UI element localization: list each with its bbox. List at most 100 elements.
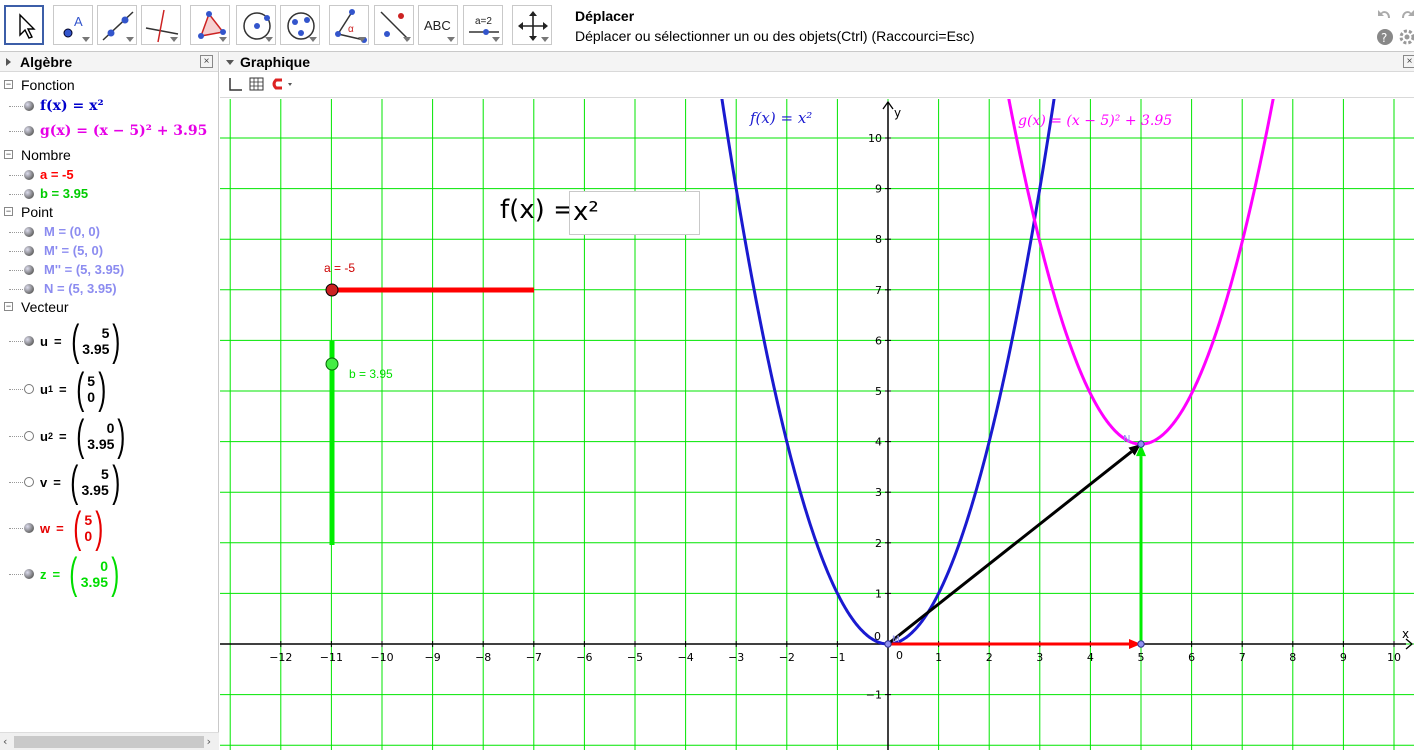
conic-tool-button[interactable] xyxy=(280,5,320,45)
collapse-toggle-icon[interactable]: − xyxy=(4,150,13,159)
visibility-toggle-icon[interactable] xyxy=(24,227,34,237)
category-point[interactable]: − Point xyxy=(0,204,219,220)
vector-u[interactable] xyxy=(887,450,1133,646)
algebra-horizontal-scrollbar[interactable]: ‹ › xyxy=(0,732,219,750)
scrollbar-thumb[interactable] xyxy=(14,736,204,748)
column-vector: (0 3.95) xyxy=(75,411,126,460)
column-vector: (0 3.95) xyxy=(69,549,120,598)
visibility-toggle-icon[interactable] xyxy=(24,523,34,533)
undo-icon[interactable] xyxy=(1376,4,1394,26)
x-tick-label: −5 xyxy=(627,651,643,664)
visibility-toggle-icon[interactable] xyxy=(24,101,34,111)
x-tick-label: 10 xyxy=(1387,651,1401,664)
category-nombre[interactable]: − Nombre xyxy=(0,147,219,163)
point-N-label: N = (5, 3.95) xyxy=(44,281,117,296)
vector-component-y: 3.95 xyxy=(80,574,108,590)
visibility-toggle-icon[interactable] xyxy=(24,170,34,180)
collapse-toggle-icon[interactable]: − xyxy=(4,302,13,311)
algebra-item-vector[interactable]: w = (5 0) xyxy=(0,506,219,550)
point-M-label: M xyxy=(892,635,900,645)
vector-component-x: 0 xyxy=(106,420,115,436)
function-input-box[interactable]: x² xyxy=(569,191,700,235)
visibility-toggle-icon[interactable] xyxy=(24,126,34,136)
redo-icon[interactable] xyxy=(1398,4,1414,26)
collapse-arrow-icon[interactable] xyxy=(226,60,234,65)
visibility-toggle-icon[interactable] xyxy=(24,569,34,579)
vector-name: u xyxy=(40,381,48,397)
visibility-toggle-icon[interactable] xyxy=(24,431,34,441)
category-vecteur[interactable]: − Vecteur xyxy=(0,299,219,315)
x-tick-label: −4 xyxy=(677,651,693,664)
algebra-item-M1[interactable]: M' = (5, 0) xyxy=(0,243,219,258)
algebra-item-vector[interactable]: u = (5 3.95) xyxy=(0,319,219,363)
vector-component-x: 5 xyxy=(87,373,96,389)
scroll-right-icon[interactable]: › xyxy=(207,735,211,748)
show-grid-icon[interactable] xyxy=(249,77,264,91)
point-M2-label: M'' = (5, 3.95) xyxy=(44,262,125,277)
text-tool-button[interactable]: ABC xyxy=(418,5,458,45)
category-label: Nombre xyxy=(21,147,71,163)
visibility-toggle-icon[interactable] xyxy=(24,477,34,487)
slider-b-handle[interactable] xyxy=(325,357,339,371)
vector-name: u xyxy=(40,428,48,444)
slider-a-handle[interactable] xyxy=(325,283,339,297)
vector-component-y: 3.95 xyxy=(81,482,109,498)
show-axes-icon[interactable] xyxy=(229,78,242,91)
point-M1[interactable] xyxy=(1137,640,1145,648)
perpendicular-tool-button[interactable] xyxy=(141,5,181,45)
algebra-item-N[interactable]: N = (5, 3.95) xyxy=(0,281,219,296)
algebra-item-vector[interactable]: u2 = (0 3.95) xyxy=(0,414,219,458)
reflect-tool-button[interactable] xyxy=(374,5,414,45)
y-tick-label: −1 xyxy=(866,689,882,702)
algebra-item-M[interactable]: M = (0, 0) xyxy=(0,224,219,239)
move-tool-button[interactable] xyxy=(4,5,44,45)
visibility-toggle-icon[interactable] xyxy=(24,384,34,394)
equals-sign: = xyxy=(58,428,67,444)
visibility-toggle-icon[interactable] xyxy=(24,284,34,294)
point-capturing-magnet-icon[interactable] xyxy=(272,78,292,90)
settings-gear-icon[interactable] xyxy=(1398,28,1414,50)
close-algebra-view-icon[interactable]: × xyxy=(200,55,213,68)
close-graphics-view-icon[interactable]: × xyxy=(1403,55,1414,68)
point-N[interactable] xyxy=(1137,440,1145,448)
visibility-toggle-icon[interactable] xyxy=(24,189,34,199)
visibility-toggle-icon[interactable] xyxy=(24,265,34,275)
algebra-view-header[interactable]: Algèbre × xyxy=(0,52,218,72)
polygon-tool-button[interactable] xyxy=(190,5,230,45)
algebra-item-b[interactable]: b = 3.95 xyxy=(0,186,219,201)
curve-g-label: g(x) = (x − 5)² + 3.95 xyxy=(1018,113,1172,129)
x-tick-label: 4 xyxy=(1087,651,1094,664)
function-f-label: f(x) = x² xyxy=(40,98,104,114)
visibility-toggle-icon[interactable] xyxy=(24,246,34,256)
graphics-canvas[interactable]: xy−12 −11 −10 −9 −8 −7 −6 −5 −4 −3 −2 −1 1 2 3 4 5 6 7 8 9 10… xyxy=(220,99,1414,750)
slider-tool-button[interactable]: a=2 xyxy=(463,5,503,45)
y-tick-label: 5 xyxy=(875,385,882,398)
collapse-toggle-icon[interactable]: − xyxy=(4,80,13,89)
category-label: Vecteur xyxy=(21,299,69,315)
category-fonction[interactable]: − Fonction xyxy=(0,77,219,93)
point-tool-button[interactable]: A xyxy=(53,5,93,45)
algebra-item-a[interactable]: a = -5 xyxy=(0,167,219,182)
y-tick-label: 2 xyxy=(875,537,882,550)
scroll-left-icon[interactable]: ‹ xyxy=(3,735,7,748)
line-tool-button[interactable] xyxy=(97,5,137,45)
algebra-item-vector[interactable]: v = (5 3.95) xyxy=(0,460,219,504)
collapse-toggle-icon[interactable]: − xyxy=(4,207,13,216)
collapse-arrow-icon[interactable] xyxy=(6,58,11,66)
angle-tool-button[interactable]: α xyxy=(329,5,369,45)
algebra-item-vector[interactable]: z = (0 3.95) xyxy=(0,552,219,596)
point-M-label: M = (0, 0) xyxy=(44,224,100,239)
visibility-toggle-icon[interactable] xyxy=(24,336,34,346)
point-M[interactable] xyxy=(884,640,892,648)
x-tick-label: −6 xyxy=(576,651,592,664)
slider-b-label: b = 3.95 xyxy=(349,367,393,381)
graphics-view-header[interactable]: Graphique × xyxy=(220,52,1414,72)
algebra-item-g[interactable]: g(x) = (x − 5)² + 3.95 xyxy=(0,123,219,139)
circle-tool-button[interactable] xyxy=(236,5,276,45)
algebra-item-M2[interactable]: M'' = (5, 3.95) xyxy=(0,262,219,277)
help-icon[interactable]: ? xyxy=(1376,28,1394,50)
graphics-view[interactable]: Graphique × x y −12 −11 −10 −9 −8 −7 −6 −5 −4 −3 −2−… xyxy=(220,52,1414,750)
algebra-item-f[interactable]: f(x) = x² xyxy=(0,98,219,114)
algebra-item-vector[interactable]: u1 = (5 0) xyxy=(0,367,219,411)
move-view-tool-button[interactable] xyxy=(512,5,552,45)
